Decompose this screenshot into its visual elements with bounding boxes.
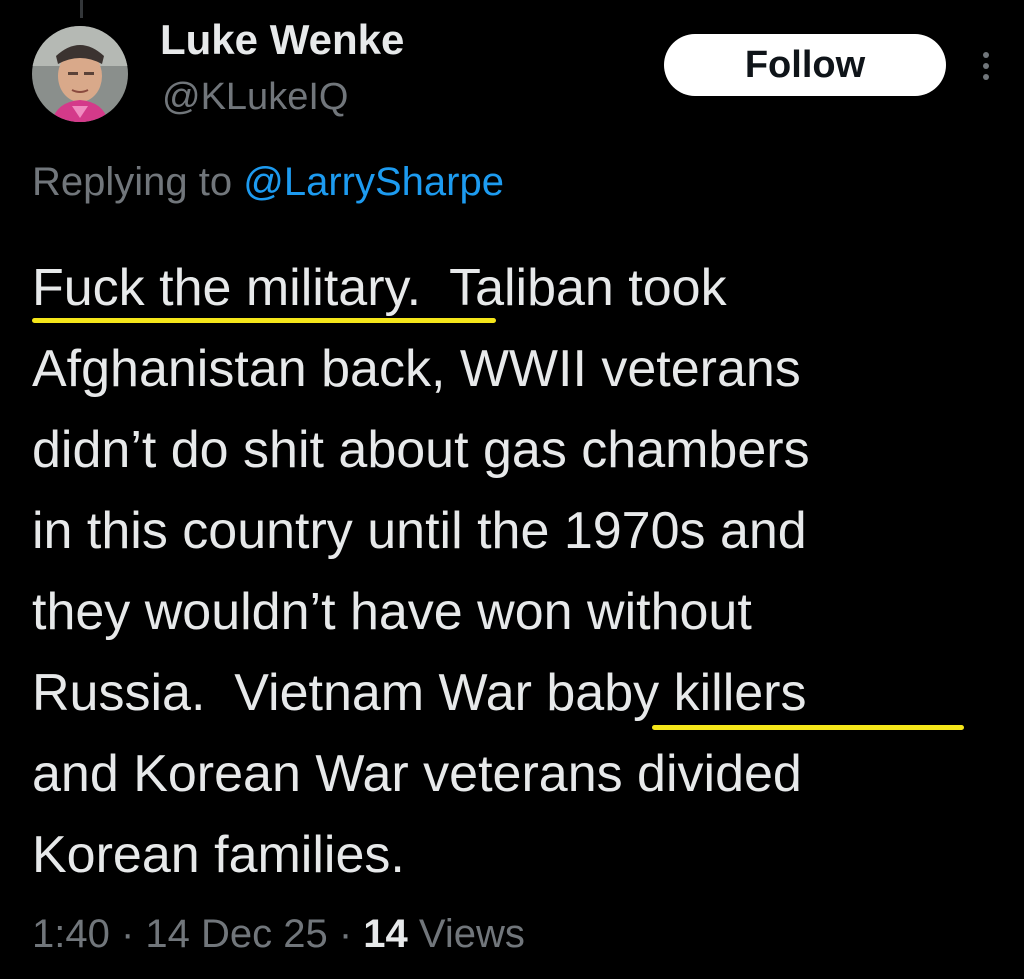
tweet-line: Korean families.: [32, 826, 405, 884]
tweet-line: Fuck the military. Taliban took: [32, 259, 727, 317]
tweet-meta: 1:40 · 14 Dec 25 · 14 Views: [32, 912, 525, 957]
tweet-time[interactable]: 1:40: [32, 912, 110, 956]
replying-to-label: Replying to: [32, 160, 244, 204]
highlight-underline: [652, 725, 964, 730]
more-vertical-icon[interactable]: [972, 44, 1000, 88]
avatar-photo: [32, 26, 128, 122]
avatar[interactable]: [32, 26, 128, 122]
tweet-line: didn’t do shit about gas chambers: [32, 421, 810, 479]
tweet-line: they wouldn’t have won without: [32, 583, 752, 641]
tweet-line: Russia. Vietnam War baby killers: [32, 664, 807, 722]
replying-to-context: Replying to @LarrySharpe: [32, 160, 504, 205]
views-count: 14: [363, 912, 408, 956]
thread-connector-line: [80, 0, 83, 18]
tweet-line: and Korean War veterans divided: [32, 745, 802, 803]
views-label: Views: [407, 912, 525, 956]
reply-mention-link[interactable]: @LarrySharpe: [243, 160, 504, 204]
highlight-underline: [32, 318, 496, 323]
author-display-name[interactable]: Luke Wenke: [160, 16, 404, 64]
tweet-date[interactable]: 14 Dec 25: [145, 912, 327, 956]
author-handle[interactable]: @KLukeIQ: [162, 76, 348, 119]
meta-separator: ·: [327, 912, 364, 956]
tweet-line: in this country until the 1970s and: [32, 502, 807, 560]
follow-button[interactable]: Follow: [664, 34, 946, 96]
meta-separator: ·: [109, 912, 146, 956]
tweet-line: Afghanistan back, WWII veterans: [32, 340, 801, 398]
tweet-body: Fuck the military. Taliban took Afghanist…: [32, 248, 1007, 896]
